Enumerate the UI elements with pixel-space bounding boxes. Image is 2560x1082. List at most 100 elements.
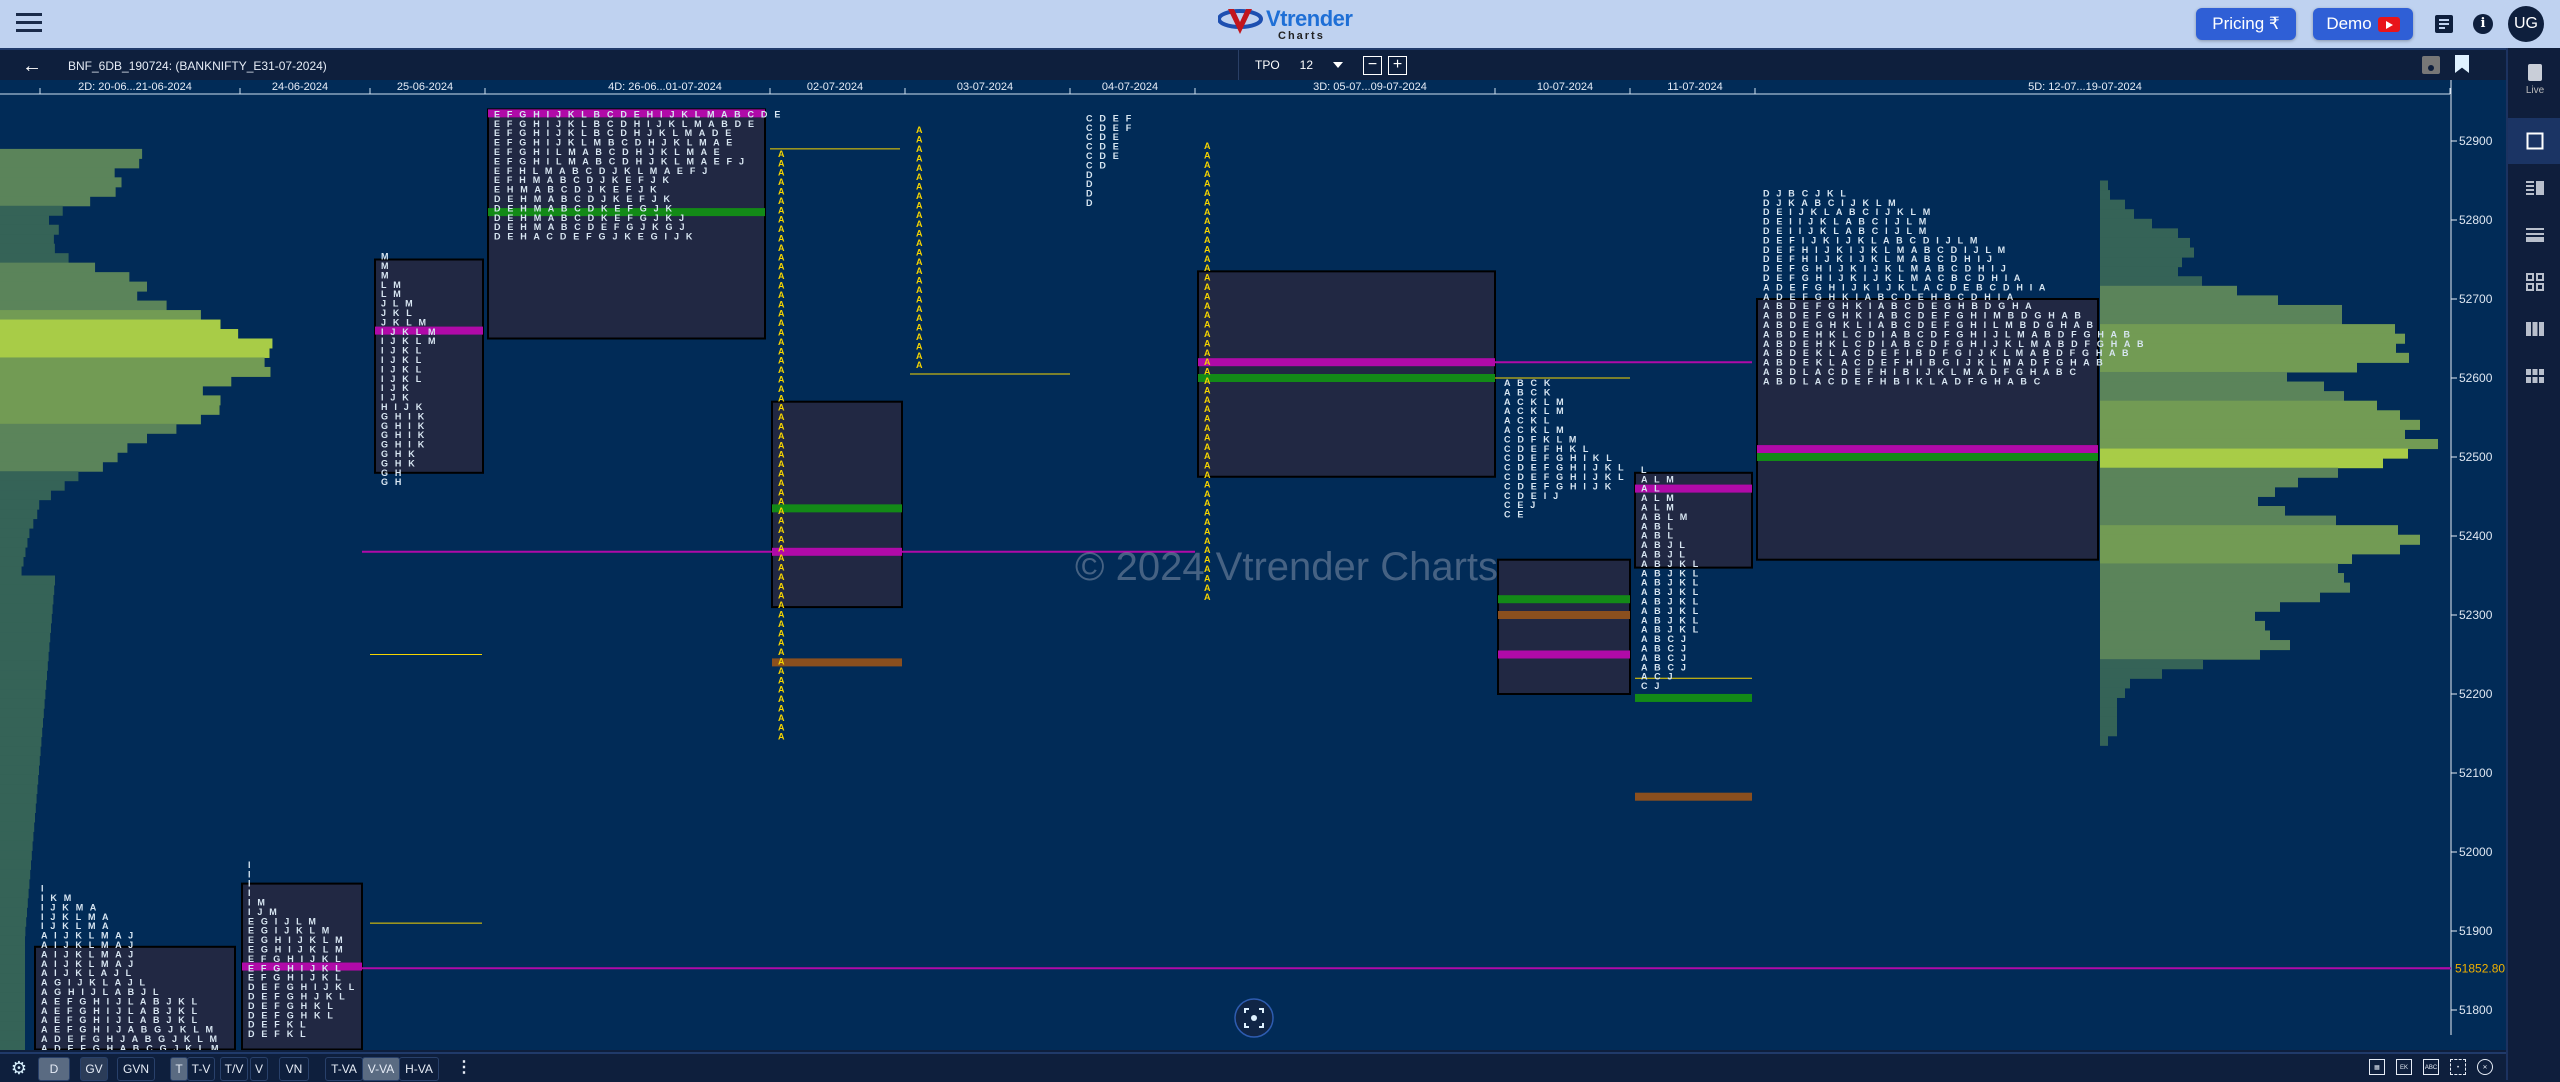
right-volume-bar xyxy=(2100,314,2342,325)
zoom-in-plus-button[interactable]: + xyxy=(1388,55,1408,75)
left-volume-bar xyxy=(0,518,34,529)
layout-columns-button[interactable] xyxy=(2508,306,2560,352)
menu-icon[interactable] xyxy=(16,13,42,35)
chart-svg: 2D: 20-06...21-06-2024 24-06-2024 25-06-20… xyxy=(0,80,2505,1050)
tpo-letters: AAAAAAAAAAAAAAAAAAAAAAAAAAAAAAAAAAAAAAAA… xyxy=(778,149,785,742)
tpo-open-letter: A xyxy=(1204,592,1211,602)
watermark-text: © 2024 Vtrender Charts xyxy=(1075,545,1498,589)
zoom-out-minus-button[interactable]: − xyxy=(1363,55,1383,75)
abc-text-icon[interactable]: ABC xyxy=(2423,1059,2439,1075)
demo-button[interactable]: Demo xyxy=(2313,8,2413,40)
tpo-size-value[interactable]: 12 xyxy=(1300,58,1313,72)
session-profile xyxy=(1197,270,1496,478)
left-volume-bar xyxy=(0,234,54,245)
tpo-letters: AAAAAAAAAAAAAAAAAAAAAAAAAAAAAAAAAAAAAAAA… xyxy=(1204,141,1211,602)
view-toggle-h-va[interactable]: H-VA xyxy=(399,1057,439,1081)
chart-image-icon[interactable]: EK xyxy=(2396,1059,2412,1075)
tpo-letters: C D E FC D E FC D EC D EC D EC DDDDD xyxy=(1086,113,1131,208)
info-icon[interactable]: i xyxy=(2473,14,2493,34)
left-volume-bar xyxy=(0,859,31,870)
left-volume-bar xyxy=(0,329,239,339)
left-volume-bar xyxy=(0,622,51,633)
right-volume-bar xyxy=(2100,209,2134,220)
right-volume-bar xyxy=(2100,247,2194,258)
right-volume-bar xyxy=(2100,630,2270,641)
tpo-dropdown-caret-icon[interactable] xyxy=(1333,62,1344,68)
right-volume-profile xyxy=(2100,180,2438,746)
layout-single-button[interactable] xyxy=(2508,118,2560,164)
right-volume-bar xyxy=(2100,601,2280,612)
left-volume-bar xyxy=(0,1040,25,1050)
session-date-label: 03-07-2024 xyxy=(957,81,1013,93)
market-profile-chart[interactable]: 2D: 20-06...21-06-2024 24-06-2024 25-06-20… xyxy=(0,80,2506,1050)
right-volume-bar xyxy=(2100,563,2338,574)
price-tick-label: 52500 xyxy=(2459,450,2493,464)
right-volume-bar xyxy=(2100,620,2265,631)
left-volume-bar xyxy=(0,603,53,614)
grid-2x2-icon xyxy=(2526,273,2544,291)
close-circle-icon[interactable]: ✕ xyxy=(2477,1059,2493,1075)
left-volume-bar xyxy=(0,651,49,662)
layout-rows-button[interactable] xyxy=(2508,212,2560,258)
vtrender-logo[interactable]: Vtrender Charts xyxy=(1218,4,1353,44)
price-tick-label: 52700 xyxy=(2459,292,2493,306)
view-toggle-t[interactable]: T xyxy=(170,1057,188,1081)
price-tick-label: 52400 xyxy=(2459,529,2493,543)
grid-table-icon[interactable]: ▦ xyxy=(2369,1059,2385,1075)
view-toggle-vn[interactable]: VN xyxy=(279,1057,309,1081)
right-volume-bar xyxy=(2100,400,2377,411)
tpo-label: TPO xyxy=(1255,58,1280,72)
left-volume-bar xyxy=(0,793,37,804)
left-volume-bar xyxy=(0,575,55,586)
view-toggle-d[interactable]: D xyxy=(38,1057,70,1081)
right-volume-bar xyxy=(2100,735,2108,746)
right-volume-bar xyxy=(2100,582,2350,593)
view-toggle-gv[interactable]: GV xyxy=(80,1057,108,1081)
bookmark-add-icon[interactable] xyxy=(2455,55,2469,73)
pricing-button[interactable]: Pricing ₹ xyxy=(2196,8,2296,40)
settings-gear-icon[interactable]: ⚙ xyxy=(8,1057,30,1079)
left-volume-bar xyxy=(0,461,103,472)
price-tick-label: 51900 xyxy=(2459,924,2493,938)
focus-center-icon[interactable]: • xyxy=(2450,1059,2466,1075)
layout-grid-3x2-button[interactable] xyxy=(2508,353,2560,399)
tpo-row: C J xyxy=(1641,681,1662,691)
chart-header-bar: ← BNF_6DB_190724: (BANKNIFTY_E31-07-2024… xyxy=(0,48,2506,82)
view-toggle-gvn[interactable]: GVN xyxy=(117,1057,155,1081)
right-volume-bar xyxy=(2100,726,2117,737)
left-volume-bar xyxy=(0,471,79,482)
columns-icon xyxy=(2526,322,2544,336)
view-toggle-v[interactable]: V xyxy=(250,1057,268,1081)
price-tick-label: 52200 xyxy=(2459,687,2493,701)
save-icon[interactable] xyxy=(2422,56,2440,74)
view-toggle-t-v[interactable]: T-V xyxy=(187,1057,215,1081)
right-volume-bar xyxy=(2100,649,2260,660)
left-volume-bar xyxy=(0,291,138,302)
right-volume-bar xyxy=(2100,668,2162,679)
poc-highlight xyxy=(1757,445,2098,454)
notes-icon[interactable] xyxy=(2435,15,2453,33)
left-volume-bar xyxy=(0,442,128,453)
left-volume-bar xyxy=(0,357,265,368)
list-split-icon xyxy=(2526,181,2544,195)
left-volume-bar xyxy=(0,196,91,207)
right-volume-bar xyxy=(2100,467,2338,478)
layout-list-split-button[interactable] xyxy=(2508,165,2560,211)
left-volume-bar xyxy=(0,556,24,567)
view-toggle-t-va[interactable]: T-VA xyxy=(325,1057,363,1081)
right-volume-bar xyxy=(2100,429,2405,440)
more-vertical-icon[interactable]: ⋮ xyxy=(456,1057,472,1079)
view-toggle-v-va[interactable]: V-VA xyxy=(362,1057,400,1081)
session-date-label: 11-07-2024 xyxy=(1667,81,1722,93)
right-volume-bar xyxy=(2100,659,2203,670)
user-avatar[interactable]: UG xyxy=(2508,6,2544,42)
right-volume-bar xyxy=(2100,190,2110,201)
recenter-button[interactable] xyxy=(1234,998,1274,1038)
live-button[interactable]: Live xyxy=(2508,58,2560,96)
view-toggle-t-v[interactable]: T/V xyxy=(220,1057,248,1081)
youtube-icon xyxy=(2377,16,2400,32)
left-volume-bar xyxy=(0,594,54,605)
layout-grid-2x2-button[interactable] xyxy=(2508,259,2560,305)
back-arrow-icon[interactable]: ← xyxy=(22,56,42,76)
left-volume-bar xyxy=(0,404,220,415)
